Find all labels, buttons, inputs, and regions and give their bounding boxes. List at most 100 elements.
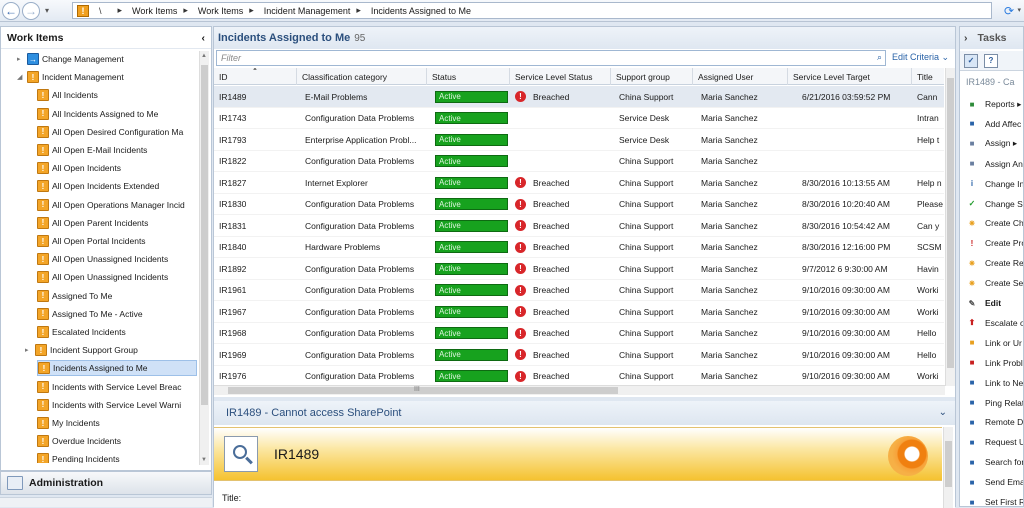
column-header[interactable]: Support group — [611, 68, 693, 85]
breadcrumb-root[interactable]: \ — [99, 6, 102, 16]
nav-item[interactable]: ! All Open Parent Incidents — [37, 215, 148, 231]
scroll-thumb[interactable] — [945, 441, 952, 487]
nav-item[interactable]: ! All Open E-Mail Incidents — [37, 142, 147, 158]
nav-item[interactable]: ! Assigned To Me - Active — [37, 306, 143, 322]
task-item[interactable]: ■ Search for — [966, 455, 1023, 469]
task-item[interactable]: i Change In — [966, 177, 1023, 191]
forward-button[interactable]: → — [22, 1, 40, 20]
breadcrumb-item[interactable]: Work Items — [132, 6, 177, 16]
table-row[interactable]: IR1840 Hardware Problems Active! Breached Ch… — [214, 237, 944, 258]
expand-tasks-icon[interactable]: › — [964, 32, 968, 44]
breadcrumb-item[interactable]: Incidents Assigned to Me — [371, 6, 471, 16]
nav-item[interactable]: ! My Incidents — [37, 415, 100, 431]
task-item[interactable]: ✓ Change St — [966, 197, 1023, 211]
nav-item[interactable]: ▸! Incident Support Group — [25, 342, 138, 358]
column-header[interactable]: Status — [427, 68, 510, 85]
nav-item[interactable]: ! Incidents with Service Level Breac — [37, 379, 181, 395]
tasks-subtitle: IR1489 - Ca — [966, 77, 1015, 87]
refresh-dropdown-icon[interactable]: ▾ — [1017, 6, 1021, 14]
table-row[interactable]: IR1822 Configuration Data Problems Active C… — [214, 151, 944, 172]
nav-item[interactable]: ▸ → Change Management — [17, 51, 124, 67]
table-row[interactable]: IR1793 Enterprise Application Probl... Act… — [214, 129, 944, 151]
edit-criteria-link[interactable]: Edit Criteria ⌄ — [892, 52, 949, 63]
task-item[interactable]: ■ Link to Ne — [966, 376, 1023, 390]
nav-item[interactable]: ! All Open Unassigned Incidents — [37, 251, 168, 267]
task-item[interactable]: ■ Request U — [966, 435, 1023, 449]
nav-item[interactable]: ! Incidents Assigned to Me — [37, 360, 197, 377]
nav-item[interactable]: ! All Open Portal Incidents — [37, 233, 146, 249]
task-item[interactable]: ■ Assign An — [966, 157, 1023, 171]
filter-input[interactable]: Filter ⌕ — [216, 50, 886, 66]
task-item[interactable]: ■ Reports ▸ — [966, 97, 1022, 111]
task-item[interactable]: ✷ Create Ch — [966, 216, 1023, 230]
table-row[interactable]: IR1968 Configuration Data Problems Active!… — [214, 323, 944, 344]
scroll-thumb[interactable] — [201, 65, 208, 405]
column-header[interactable]: Service Level Target — [788, 68, 912, 85]
nav-item[interactable]: ! Escalated Incidents — [37, 324, 126, 340]
table-row[interactable]: IR1976 Configuration Data Problems Active!… — [214, 366, 944, 387]
task-item[interactable]: ■ Set First R — [966, 495, 1023, 506]
grid-horizontal-scrollbar[interactable]: III — [214, 385, 945, 395]
task-item[interactable]: ! Create Pro — [966, 236, 1023, 250]
nav-item[interactable]: ! Assigned To Me — [37, 288, 112, 304]
table-row[interactable]: IR1827 Internet Explorer Active! Breached Ch… — [214, 172, 944, 194]
task-item[interactable]: ■ Link or Ur — [966, 336, 1022, 350]
task-item[interactable]: ■ Link Probl — [966, 356, 1023, 370]
table-row[interactable]: IR1489 E-Mail Problems Active! Breached Chin… — [214, 86, 944, 108]
search-icon[interactable]: ⌕ — [877, 52, 882, 63]
task-item[interactable]: ■ Add Affec — [966, 117, 1022, 131]
task-item[interactable]: ■ Ping Relat — [966, 396, 1023, 410]
breadcrumb-item[interactable]: Work Items — [198, 6, 243, 16]
column-header[interactable]: Assigned User — [693, 68, 788, 85]
scroll-up-arrow-icon[interactable]: ▲ — [201, 53, 207, 59]
table-row[interactable]: IR1967 Configuration Data Problems Active!… — [214, 301, 944, 323]
preview-scrollbar[interactable] — [943, 427, 953, 508]
nav-item[interactable]: ◢! Incident Management — [17, 69, 124, 85]
table-row[interactable]: IR1831 Configuration Data Problems Active!… — [214, 215, 944, 237]
collapse-preview-icon[interactable]: ⌄ — [939, 407, 947, 418]
history-dropdown[interactable]: ▾ — [40, 6, 54, 15]
grid-vertical-scrollbar[interactable] — [945, 68, 955, 386]
workspace-button-overflow[interactable] — [0, 497, 212, 507]
task-item[interactable]: ✷ Create Ser — [966, 276, 1023, 290]
collapse-pane-icon[interactable]: ‹ — [202, 32, 206, 44]
task-item[interactable]: ✷ Create Rel — [966, 256, 1023, 270]
nav-item[interactable]: ! All Open Incidents Extended — [37, 178, 159, 194]
task-item[interactable]: ✎ Edit — [966, 296, 1001, 310]
nav-item[interactable]: ! All Incidents — [37, 87, 98, 103]
nav-item[interactable]: ! All Incidents Assigned to Me — [37, 106, 158, 122]
help-tab-icon[interactable]: ? — [984, 53, 998, 68]
table-row[interactable]: IR1969 Configuration Data Problems Active!… — [214, 344, 944, 366]
administration-workspace-button[interactable]: Administration — [0, 471, 212, 495]
nav-item[interactable]: ! Overdue Incidents — [37, 433, 121, 449]
back-button[interactable]: ← — [2, 1, 20, 20]
task-item[interactable]: ⬆ Escalate o — [966, 316, 1023, 330]
task-item[interactable]: ■ Remote D — [966, 415, 1023, 429]
nav-item[interactable]: ! Pending Incidents — [37, 451, 120, 463]
task-item[interactable]: ■ Assign ▸ — [966, 137, 1018, 151]
table-row[interactable]: IR1961 Configuration Data Problems Active!… — [214, 280, 944, 301]
column-header[interactable]: Title — [912, 68, 944, 85]
nav-item[interactable]: ! All Open Unassigned Incidents — [37, 269, 168, 285]
column-header[interactable]: Classification category — [297, 68, 427, 85]
nav-item[interactable]: ! All Open Desired Configuration Ma — [37, 124, 183, 140]
nav-item[interactable]: ! All Open Incidents — [37, 160, 121, 176]
column-header[interactable]: Service Level Status — [510, 68, 611, 85]
nav-item[interactable]: ! Incidents with Service Level Warni — [37, 397, 181, 413]
task-item[interactable]: ■ Send Ema — [966, 475, 1023, 489]
breadcrumb-item[interactable]: Incident Management — [264, 6, 351, 16]
scroll-thumb[interactable] — [228, 387, 618, 394]
tree-expander-icon[interactable]: ◢ — [17, 73, 27, 81]
tree-expander-icon[interactable]: ▸ — [17, 55, 27, 63]
tree-expander-icon[interactable]: ▸ — [25, 346, 35, 354]
refresh-icon[interactable]: ⟳ — [1004, 4, 1014, 18]
column-header[interactable]: ID ▲ — [214, 68, 297, 85]
tasks-tab-icon[interactable]: ✓ — [964, 53, 978, 68]
nav-item[interactable]: ! All Open Operations Manager Incid — [37, 197, 185, 213]
scroll-down-arrow-icon[interactable]: ▼ — [201, 457, 207, 463]
nav-scrollbar[interactable]: ▲ ▼ — [199, 51, 209, 465]
scroll-thumb[interactable] — [947, 78, 954, 368]
table-row[interactable]: IR1743 Configuration Data Problems Active S… — [214, 108, 944, 129]
table-row[interactable]: IR1892 Configuration Data Problems Active!… — [214, 258, 944, 280]
table-row[interactable]: IR1830 Configuration Data Problems Active!… — [214, 194, 944, 215]
